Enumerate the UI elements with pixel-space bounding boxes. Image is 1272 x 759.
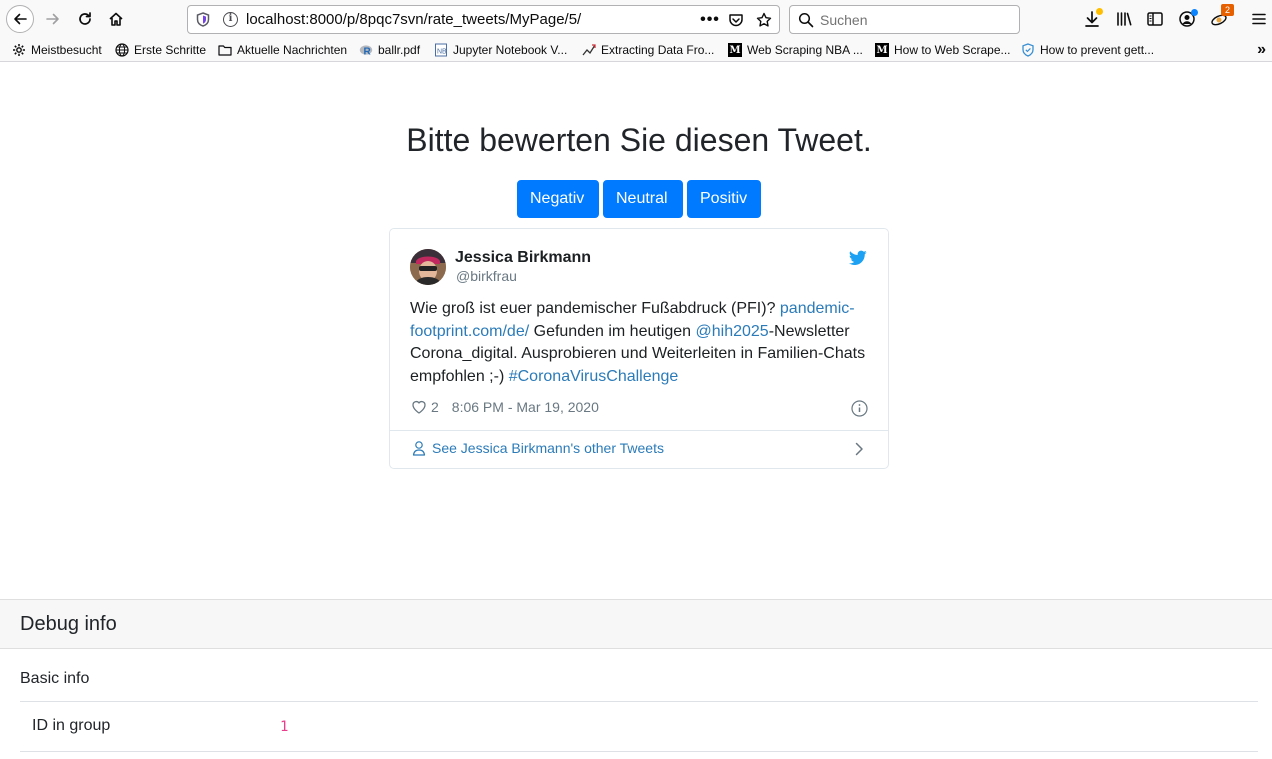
avatar[interactable] — [410, 249, 446, 285]
bookmark-erste-schritte[interactable]: Erste Schritte — [115, 41, 206, 59]
id-in-group-value: 1 — [280, 719, 289, 735]
hamburger-menu-icon — [1252, 13, 1266, 25]
info-icon[interactable] — [851, 400, 868, 417]
bookmarks-toolbar: Meistbesucht Erste Schritte Aktuelle Nac… — [0, 38, 1272, 62]
table-divider — [20, 701, 1258, 702]
tweet-timestamp[interactable]: 8:06 PM - Mar 19, 2020 — [452, 399, 599, 415]
other-tweets-label: See Jessica Birkmann's other Tweets — [432, 440, 664, 456]
bookmark-extracting-data[interactable]: Extracting Data Fro... — [582, 41, 714, 59]
other-tweets-link[interactable]: See Jessica Birkmann's other Tweets — [412, 440, 664, 456]
id-in-group-label: ID in group — [32, 717, 111, 734]
download-indicator-dot — [1096, 8, 1103, 15]
arrow-right-icon — [46, 13, 59, 25]
extension-button[interactable]: 2 — [1208, 4, 1234, 30]
bookmark-web-scraping-nba[interactable]: M Web Scraping NBA ... — [728, 41, 863, 59]
bookmark-label: Meistbesucht — [31, 43, 102, 57]
account-button[interactable] — [1176, 8, 1198, 30]
site-info-icon[interactable]: i — [223, 12, 238, 27]
bookmark-label: How to prevent gett... — [1040, 43, 1155, 57]
notebook-icon: NB — [434, 43, 448, 57]
bookmark-ballr[interactable]: R ballr.pdf — [359, 41, 420, 59]
chevron-right-icon[interactable] — [853, 442, 865, 456]
search-input[interactable] — [820, 10, 1010, 29]
url-path: :8000/p/8pqc7svn/rate_tweets/MyPage/5/ — [305, 11, 582, 28]
bookmark-how-to-prevent[interactable]: How to prevent gett... — [1021, 41, 1154, 59]
tweet-text: Wie groß ist euer pandemischer Fußabdruc… — [410, 298, 872, 388]
library-button[interactable] — [1113, 8, 1135, 30]
tweet-link-mention[interactable]: @hih2025 — [696, 323, 769, 340]
like-count[interactable]: 2 — [431, 399, 439, 415]
neutral-button[interactable]: Neutral — [603, 180, 683, 218]
browser-toolbar: i localhost:8000/p/8pqc7svn/rate_tweets/… — [0, 0, 1272, 38]
r-logo-icon: R — [359, 43, 373, 57]
reload-icon — [79, 12, 91, 25]
arrow-left-icon — [14, 13, 27, 25]
page-actions-button[interactable]: ••• — [700, 10, 720, 30]
tweet-text-part: Wie groß ist euer pandemischer Fußabdruc… — [410, 300, 780, 317]
shield-icon — [1021, 43, 1035, 57]
url-text[interactable]: localhost:8000/p/8pqc7svn/rate_tweets/My… — [246, 11, 581, 28]
extension-badge: 2 — [1221, 4, 1234, 16]
account-indicator-dot — [1191, 9, 1198, 16]
embedded-tweet: Jessica Birkmann @birkfrau Wie groß ist … — [389, 228, 889, 469]
tweet-meta: 2 8:06 PM - Mar 19, 2020 — [411, 399, 599, 415]
rating-buttons: Negativ Neutral Positiv — [517, 180, 761, 218]
bookmark-label: Aktuelle Nachrichten — [237, 43, 348, 57]
debug-title: Debug info — [20, 613, 117, 635]
bookmark-label: Erste Schritte — [134, 43, 207, 57]
back-button[interactable] — [6, 5, 34, 33]
tracking-shield-icon[interactable] — [196, 12, 210, 27]
pocket-icon — [729, 14, 743, 27]
downloads-button[interactable] — [1081, 8, 1103, 30]
search-bar[interactable] — [789, 5, 1020, 34]
sidebar-icon — [1147, 12, 1163, 26]
bookmark-star-button[interactable] — [754, 10, 774, 30]
medium-icon: M — [875, 43, 889, 57]
bookmark-label: ballr.pdf — [378, 43, 421, 57]
positive-button[interactable]: Positiv — [687, 180, 761, 218]
basic-info-heading: Basic info — [20, 670, 90, 687]
bookmark-label: How to Web Scrape... — [894, 43, 1011, 57]
gear-icon — [12, 43, 26, 57]
tweet-text-part: Gefunden im heutigen — [529, 322, 696, 340]
twitter-bird-icon[interactable] — [849, 250, 867, 266]
bookmark-label: Jupyter Notebook V... — [453, 43, 568, 57]
reload-button[interactable] — [72, 6, 98, 32]
home-button[interactable] — [103, 6, 129, 32]
svg-text:NB: NB — [437, 49, 447, 56]
bookmark-meistbesucht[interactable]: Meistbesucht — [12, 41, 102, 59]
forward-button[interactable] — [40, 6, 66, 32]
medium-icon: M — [728, 43, 742, 57]
heart-icon[interactable] — [411, 399, 427, 415]
debug-header: Debug info — [0, 599, 1272, 649]
bookmark-aktuelle-nachrichten[interactable]: Aktuelle Nachrichten — [218, 41, 347, 59]
table-divider — [20, 751, 1258, 752]
bookmarks-overflow-button[interactable]: » — [1257, 41, 1266, 59]
user-icon — [412, 441, 426, 456]
library-icon — [1117, 12, 1132, 26]
folder-icon — [218, 43, 232, 57]
sidebar-button[interactable] — [1144, 8, 1166, 30]
bookmark-label: Extracting Data Fro... — [601, 43, 715, 57]
globe-icon — [115, 43, 129, 57]
star-icon — [756, 12, 772, 27]
tweet-divider — [390, 430, 888, 431]
home-icon — [109, 12, 123, 26]
url-host: localhost — [246, 11, 306, 28]
bookmark-how-to-web-scrape[interactable]: M How to Web Scrape... — [875, 41, 1011, 59]
url-bar[interactable]: i localhost:8000/p/8pqc7svn/rate_tweets/… — [187, 5, 780, 34]
page-title: Bitte bewerten Sie diesen Tweet. — [406, 122, 872, 158]
chart-icon — [582, 43, 596, 57]
bookmark-jupyter[interactable]: NB Jupyter Notebook V... — [434, 41, 567, 59]
menu-button[interactable] — [1248, 8, 1270, 30]
tweet-author-name[interactable]: Jessica Birkmann — [455, 249, 591, 267]
svg-text:R: R — [364, 47, 372, 58]
bookmark-label: Web Scraping NBA ... — [747, 43, 863, 57]
tweet-link-hashtag[interactable]: #CoronaVirusChallenge — [509, 368, 679, 385]
negative-button[interactable]: Negativ — [517, 180, 599, 218]
tweet-author-handle[interactable]: @birkfrau — [456, 268, 517, 284]
search-icon — [798, 12, 814, 28]
pocket-button[interactable] — [726, 10, 746, 30]
